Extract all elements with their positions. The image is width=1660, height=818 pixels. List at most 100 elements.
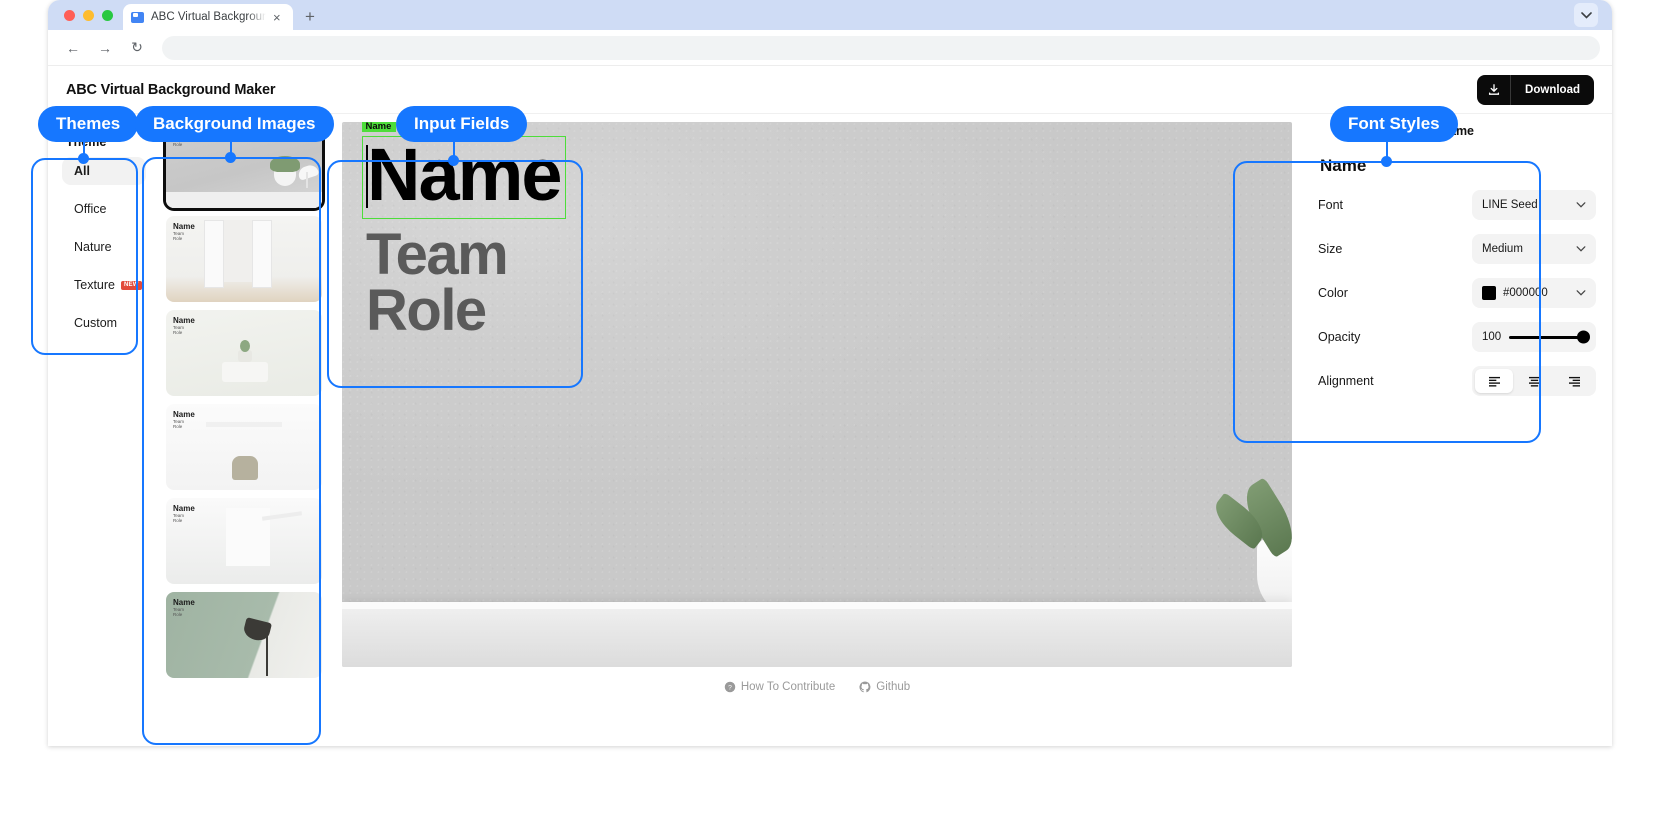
sidebar-item-texture[interactable]: Texture NEW [62,271,146,299]
color-swatch [1482,286,1496,300]
canvas-team-text[interactable]: Team [366,225,566,284]
name-field-selection[interactable]: Name [361,122,566,219]
sidebar-item-custom[interactable]: Custom [62,309,146,337]
thumb-name: Name [173,504,195,513]
browser-toolbar: ← → ↻ [48,30,1612,66]
thumbnail-overlay-text: Name Team Role [173,410,195,430]
color-value: #000000 [1503,287,1548,299]
align-left-button[interactable] [1475,369,1513,393]
preview-area: Name Team Role ? How To Contribute [336,114,1302,746]
new-tab-button[interactable]: + [293,4,327,30]
close-window-button[interactable] [64,9,75,21]
thumb-role: Role [173,142,183,148]
maximize-window-button[interactable] [102,9,113,21]
github-label: Github [876,681,911,693]
opacity-label: Opacity [1318,330,1361,344]
themes-panel: Select Theme All Office Nature Texture N… [48,114,160,746]
annotation-pill-themes: Themes [38,106,139,142]
help-icon: ? [724,681,736,693]
thumb-name: Name [173,598,195,607]
download-icon [1477,74,1512,105]
size-select[interactable]: Medium [1472,234,1596,264]
close-tab-button[interactable]: × [273,11,281,24]
chevron-down-icon [1576,290,1586,296]
alignment-label: Alignment [1318,374,1374,388]
size-label: Size [1318,242,1343,256]
align-center-icon [1528,376,1540,387]
desk-edge [342,602,1292,609]
opacity-slider[interactable]: 100 [1472,322,1596,352]
font-label: Font [1318,198,1344,212]
size-row: Size Medium [1318,234,1596,264]
svg-text:?: ? [728,685,732,692]
font-select[interactable]: LINE Seed [1472,190,1596,220]
canvas-overlay-text: Name Team Role [361,122,566,340]
github-icon [859,681,871,693]
annotation-pill-background-images: Background Images [135,106,334,142]
text-caret [366,145,368,208]
annotation-dot-font-styles [1381,156,1392,167]
thumbnail-overlay-text: Name Team Role [173,222,195,242]
align-center-button[interactable] [1515,369,1553,393]
slider-track[interactable] [1509,330,1590,344]
opacity-row: Opacity 100 [1318,322,1596,352]
how-to-contribute-link[interactable]: ? How To Contribute [724,681,835,693]
color-select[interactable]: #000000 [1472,278,1596,308]
chevron-down-icon [1580,11,1592,19]
github-link[interactable]: Github [859,681,910,693]
address-bar[interactable] [162,35,1600,60]
align-right-icon [1568,376,1580,387]
window-controls [58,0,123,30]
canvas-role-text[interactable]: Role [366,282,566,340]
download-label: Download [1525,83,1580,96]
tabstrip-menu-button[interactable] [1574,3,1598,27]
download-button[interactable]: Download [1477,74,1594,105]
annotation-dot-background-images [225,152,236,163]
thumb-name: Name [173,410,195,419]
font-row: Font LINE Seed [1318,190,1596,220]
alignment-group [1472,366,1596,396]
favicon-icon [131,11,144,23]
align-right-button[interactable] [1555,369,1593,393]
background-thumbnail[interactable]: Name Team Role [166,498,322,584]
minimize-window-button[interactable] [83,9,94,21]
canvas-name-text: Name [367,133,563,216]
background-thumbnail[interactable]: Name Team Role [166,592,322,678]
thumb-name: Name [173,316,195,325]
color-label: Color [1318,286,1348,300]
sidebar-item-office[interactable]: Office [62,195,146,223]
font-styles-title: Name [1320,156,1367,175]
workspace: Select Theme All Office Nature Texture N… [48,114,1612,746]
app-root: ABC Virtual Background Maker Download Se… [48,66,1612,746]
preview-canvas[interactable]: Name Team Role [342,122,1292,667]
annotation-dot-themes [78,153,89,164]
thumb-role: Role [173,612,183,618]
browser-tab[interactable]: ABC Virtual Background Maker × [123,4,293,30]
thumb-role: Role [173,236,183,242]
contribute-label: How To Contribute [740,681,836,693]
sidebar-item-all[interactable]: All [62,157,146,185]
opacity-value: 100 [1482,331,1502,343]
slider-thumb[interactable] [1577,330,1590,344]
background-thumbnail[interactable]: Name Team Role [166,216,322,302]
thumb-role: Role [173,424,183,430]
browser-tabstrip: ABC Virtual Background Maker × + [48,0,1612,30]
background-thumbnail[interactable]: Name Team Role [166,404,322,490]
background-thumbnail[interactable]: Name Team Role [166,310,322,396]
footer: ? How To Contribute Github [342,667,1292,707]
thumb-name: Name [173,222,195,231]
annotation-pill-font-styles: Font Styles [1330,106,1458,142]
page-title: ABC Virtual Background Maker [66,81,276,98]
background-images-panel: Name Team Role Name Team Role [160,114,336,746]
thumbnail-overlay-text: Name Team Role [173,504,195,524]
font-styles-panel: Name Name Font LINE Seed Size Medium Col… [1302,114,1612,746]
back-button[interactable]: ← [60,35,86,61]
desk-surface [342,602,1292,667]
color-row: Color #000000 [1318,278,1596,308]
theme-label: All [74,164,90,178]
font-value: LINE Seed [1482,199,1538,211]
sidebar-item-nature[interactable]: Nature [62,233,146,261]
forward-button[interactable]: → [92,35,118,61]
tab-title: ABC Virtual Background Maker [151,11,266,23]
reload-button[interactable]: ↻ [124,35,150,61]
